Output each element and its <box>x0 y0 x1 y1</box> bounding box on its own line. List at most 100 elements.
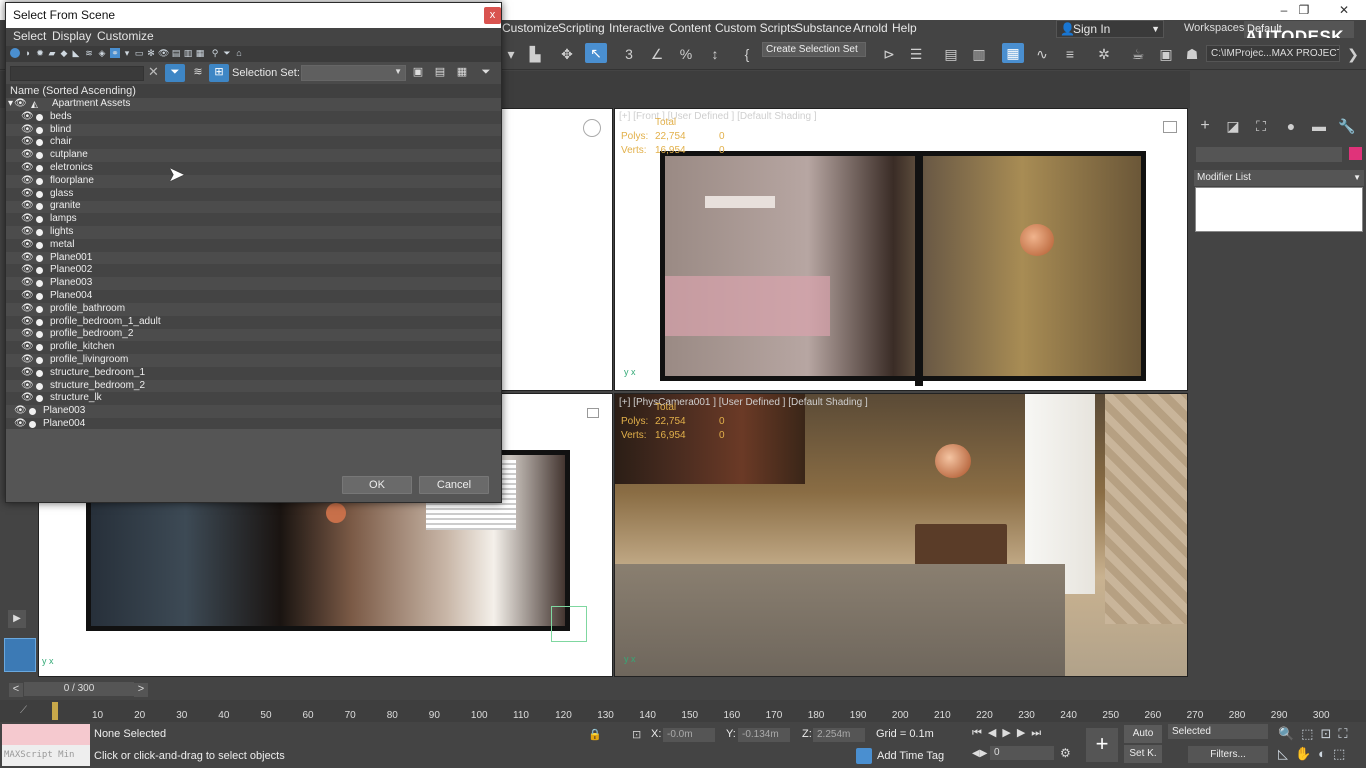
list-item[interactable]: 👁 blind <box>6 124 501 137</box>
x-coordinate-field[interactable]: -0.0m <box>663 728 715 742</box>
list-item[interactable]: 👁 profile_bedroom_1_adult <box>6 315 501 329</box>
display-lights-icon[interactable]: ✹ <box>35 48 45 58</box>
maxscript-mini-listener[interactable]: MAXScript Min <box>2 745 90 766</box>
close-window-button[interactable]: ✕ <box>1326 0 1362 20</box>
display-containers-icon[interactable]: ▾ <box>122 48 132 58</box>
freeze-dot-icon[interactable] <box>36 357 43 364</box>
filter-funnel-icon[interactable]: ⏷ <box>222 48 232 58</box>
freeze-dot-icon[interactable] <box>36 216 43 224</box>
ok-button[interactable]: OK <box>342 476 412 494</box>
select-none-icon[interactable]: ▥ <box>183 48 193 58</box>
viewport-camera[interactable]: [+] [PhysCamera001 ] [User Defined ] [De… <box>614 393 1188 677</box>
absolute-mode-icon[interactable]: ⊡ <box>632 728 641 741</box>
list-item[interactable]: 👁 Plane001 <box>6 252 501 265</box>
visibility-eye-icon[interactable]: 👁 <box>21 239 34 250</box>
freeze-dot-icon[interactable] <box>36 139 43 147</box>
visibility-eye-icon[interactable]: 👁 <box>21 137 34 147</box>
visibility-eye-icon[interactable]: 👁 <box>14 419 27 429</box>
freeze-dot-icon[interactable] <box>36 280 43 288</box>
visibility-eye-icon[interactable]: 👁 <box>21 278 34 288</box>
schematic-view-icon[interactable]: ≡ <box>1059 44 1081 64</box>
list-item[interactable]: 👁 structure_bedroom_1 <box>6 366 501 380</box>
list-item[interactable]: 👁 beds <box>6 110 501 124</box>
freeze-dot-icon[interactable] <box>36 382 43 390</box>
menu-customize[interactable]: Customize <box>499 20 562 38</box>
visibility-eye-icon[interactable]: 👁 <box>21 303 34 314</box>
visibility-eye-icon[interactable]: 👁 <box>21 150 34 160</box>
cancel-button[interactable]: Cancel <box>419 476 489 494</box>
add-time-tag-button[interactable]: Add Time Tag <box>877 750 944 762</box>
display-all-icon[interactable]: 👁 <box>158 48 169 58</box>
list-item[interactable]: 👁 profile_kitchen <box>6 341 501 355</box>
viewport-layout-icon[interactable] <box>4 638 36 672</box>
display-xrefs-icon[interactable]: ◈ <box>97 48 107 58</box>
list-item[interactable]: 👁 structure_bedroom_2 <box>6 380 501 393</box>
list-item[interactable]: 👁 structure_lk <box>6 392 501 406</box>
viewport-maximize-icon[interactable] <box>587 408 599 418</box>
select-object-icon[interactable]: ↖ <box>585 43 607 63</box>
menu-scripting[interactable]: Scripting <box>555 20 608 38</box>
utilities-tab-icon[interactable]: 🔧 <box>1336 116 1358 136</box>
snap-3d-icon[interactable]: 3 <box>618 44 640 64</box>
rendered-frame-icon[interactable]: ▣ <box>1155 44 1177 64</box>
playback-controls[interactable]: ⏮◀▶▶⏭ <box>972 726 1047 740</box>
freeze-dot-icon[interactable] <box>36 165 43 172</box>
visibility-eye-icon[interactable]: 👁 <box>21 252 34 263</box>
set-key-button[interactable]: Set K. <box>1124 745 1162 763</box>
key-filter-dropdown[interactable]: Selected <box>1168 724 1268 739</box>
percent-snap-icon[interactable]: % <box>675 44 697 64</box>
list-item[interactable]: 👁 cutplane <box>6 149 501 162</box>
freeze-dot-icon[interactable] <box>36 395 43 403</box>
render-icon[interactable]: ☗ <box>1181 44 1203 64</box>
visibility-eye-icon[interactable]: 👁 <box>21 214 34 224</box>
mirror-icon[interactable]: ⊳ <box>878 44 900 64</box>
auto-key-button[interactable]: Auto <box>1124 725 1162 743</box>
time-next-button[interactable]: > <box>134 683 148 697</box>
filter-settings-icon[interactable]: ⏷ <box>476 64 496 82</box>
visibility-eye-icon[interactable]: 👁 <box>21 380 34 391</box>
hierarchy-tab-icon[interactable]: ⛶ <box>1250 116 1272 136</box>
selection-set-dropdown[interactable]: ▼ <box>301 65 406 81</box>
name-column-header[interactable]: Name (Sorted Ascending) <box>6 84 501 98</box>
lock-icon[interactable]: 🔒 <box>588 728 602 741</box>
viewport-maximize-icon[interactable] <box>1163 121 1177 133</box>
time-cursor[interactable] <box>52 702 58 720</box>
viewport-top[interactable] <box>500 108 613 391</box>
visibility-eye-icon[interactable]: 👁 <box>21 163 34 173</box>
motion-tab-icon[interactable]: ● <box>1280 116 1302 136</box>
clear-search-icon[interactable]: ✕ <box>148 65 160 79</box>
curve-editor-icon[interactable]: ∿ <box>1031 44 1053 64</box>
freeze-dot-icon[interactable] <box>36 177 43 185</box>
current-frame-field[interactable]: 0 <box>990 746 1054 760</box>
select-invert-icon[interactable]: ▦ <box>195 48 205 58</box>
list-item[interactable]: 👁 Plane003 <box>6 405 501 418</box>
object-name-field[interactable] <box>1196 147 1342 162</box>
edit-selection-set-icon[interactable]: ▤ <box>430 64 450 82</box>
list-item[interactable]: 👁 lamps <box>6 213 501 227</box>
display-hidden-icon[interactable]: ✻ <box>146 48 156 58</box>
dialog-close-button[interactable]: x <box>484 7 501 24</box>
menu-help[interactable]: Help <box>889 20 920 38</box>
visibility-eye-icon[interactable]: 👁 <box>14 406 27 416</box>
align-icon[interactable]: ☰ <box>905 44 927 64</box>
list-item[interactable]: 👁 profile_bathroom <box>6 303 501 316</box>
visibility-eye-icon[interactable]: 👁 <box>21 175 34 186</box>
freeze-dot-icon[interactable] <box>36 267 43 275</box>
menu-custom-scripts[interactable]: Custom Scripts <box>712 20 799 38</box>
visibility-eye-icon[interactable]: 👁 <box>21 188 34 199</box>
visibility-eye-icon[interactable]: 👁 <box>21 367 34 378</box>
visibility-eye-icon[interactable]: 👁 <box>21 342 34 352</box>
list-item[interactable]: 👁 lights <box>6 226 501 239</box>
freeze-dot-icon[interactable] <box>36 152 43 160</box>
time-tag-icon[interactable] <box>856 748 872 764</box>
visibility-eye-icon[interactable]: 👁 <box>21 329 34 339</box>
freeze-dot-icon[interactable] <box>36 318 43 326</box>
menu-interactive[interactable]: Interactive <box>606 20 667 38</box>
viewport-nav-controls-2[interactable]: ◺✋◐⬚ <box>1278 746 1352 762</box>
freeze-dot-icon[interactable] <box>36 126 43 134</box>
dropdown-arrow-icon[interactable]: ▾ <box>506 44 516 64</box>
toggle-ribbon-icon[interactable]: ▦ <box>1002 43 1024 63</box>
selection-set-options-icon[interactable]: ▦ <box>452 64 472 82</box>
freeze-dot-icon[interactable] <box>36 344 43 352</box>
visibility-eye-icon[interactable]: 👁 <box>21 355 34 365</box>
